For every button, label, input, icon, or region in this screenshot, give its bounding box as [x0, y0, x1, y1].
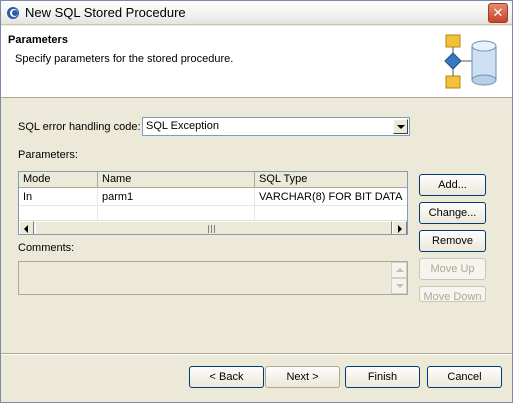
scroll-left-icon[interactable] [19, 221, 34, 234]
horizontal-scrollbar[interactable] [19, 220, 407, 234]
comments-textarea[interactable] [18, 261, 408, 295]
grip-icon [208, 225, 216, 233]
column-header-sql-type[interactable]: SQL Type [255, 172, 407, 188]
finish-button[interactable]: Finish [345, 366, 420, 388]
error-handling-select[interactable]: SQL Exception [142, 117, 410, 136]
empty-cell [98, 205, 255, 221]
page-description: Specify parameters for the stored proced… [15, 53, 234, 65]
wizard-database-icon [436, 32, 502, 92]
cell-mode: In [19, 189, 98, 205]
back-button[interactable]: < Back [189, 366, 264, 388]
close-icon: ✕ [492, 5, 504, 20]
dialog-window: New SQL Stored Procedure ✕ Parameters Sp… [0, 0, 513, 403]
error-handling-value: SQL Exception [146, 120, 219, 132]
title-bar[interactable]: New SQL Stored Procedure ✕ [1, 1, 512, 25]
wizard-header: Parameters Specify parameters for the st… [1, 26, 512, 98]
table-row-empty [19, 205, 407, 221]
table-row[interactable]: In parm1 VARCHAR(8) FOR BIT DATA [19, 189, 407, 205]
table-header: Mode Name SQL Type [19, 172, 407, 188]
cancel-button[interactable]: Cancel [427, 366, 502, 388]
footer-separator [1, 353, 512, 355]
comments-label: Comments: [18, 242, 75, 254]
page-title: Parameters [8, 34, 68, 46]
comments-scrollbar[interactable] [391, 262, 407, 294]
column-header-name[interactable]: Name [98, 172, 255, 188]
add-button[interactable]: Add... [419, 174, 486, 196]
parameters-table[interactable]: Mode Name SQL Type In parm1 VARCHAR(8) F… [18, 171, 408, 235]
change-button[interactable]: Change... [419, 202, 486, 224]
column-header-mode[interactable]: Mode [19, 172, 98, 188]
eclipse-icon [6, 6, 20, 20]
window-title: New SQL Stored Procedure [25, 5, 186, 20]
move-down-button[interactable]: Move Down [419, 286, 486, 303]
next-button[interactable]: Next > [265, 366, 340, 388]
move-up-button[interactable]: Move Up [419, 258, 486, 280]
scroll-thumb[interactable] [35, 221, 392, 234]
chevron-down-icon[interactable] [393, 119, 408, 134]
empty-cell [255, 205, 407, 221]
error-handling-label: SQL error handling code: [18, 121, 141, 133]
empty-cell [19, 205, 98, 221]
cell-name: parm1 [98, 189, 255, 205]
scroll-up-icon[interactable] [391, 262, 407, 278]
remove-button[interactable]: Remove [419, 230, 486, 252]
parameters-label: Parameters: [18, 149, 78, 161]
cell-sql-type: VARCHAR(8) FOR BIT DATA [259, 191, 403, 203]
close-button[interactable]: ✕ [488, 3, 508, 23]
scroll-down-icon[interactable] [391, 278, 407, 294]
scroll-right-icon[interactable] [392, 221, 407, 234]
